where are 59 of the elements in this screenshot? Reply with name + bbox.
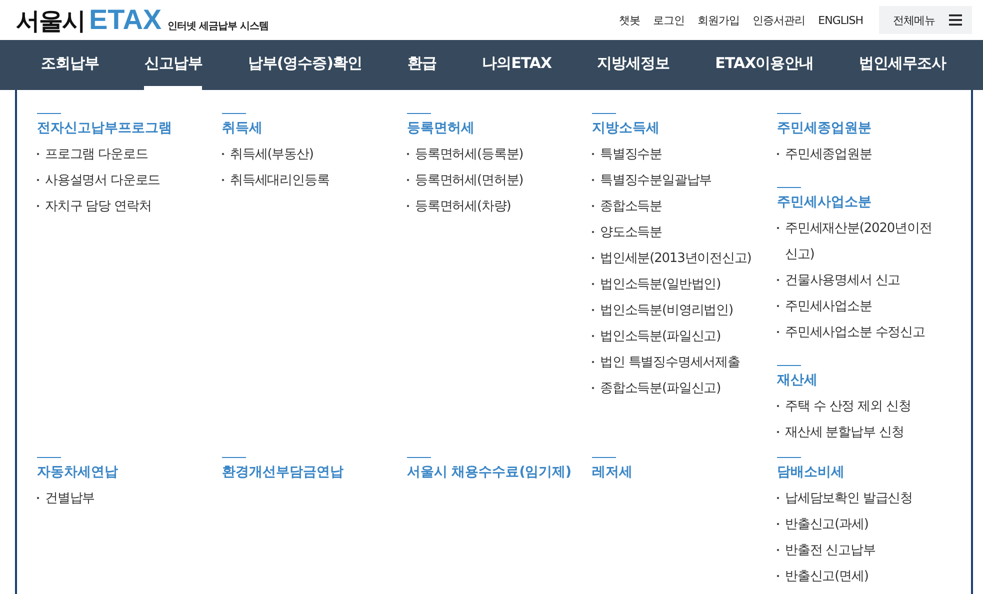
menu-link[interactable]: 법인소득분(파일신고) [592,324,721,350]
menu-link[interactable]: 주민세재산분(2020년이전 신고) [777,216,945,268]
menu-link[interactable]: 등록면허세(면허분) [407,168,524,194]
menu-link[interactable]: 프로그램 다운로드 [37,142,148,168]
menu-icon [949,14,962,26]
menu-link[interactable]: 특별징수분 [592,142,662,168]
menu-link[interactable]: 자치구 담당 연락처 [37,194,152,220]
menu-link[interactable]: 주택 수 산정 제외 신청 [777,394,911,420]
menu-link[interactable]: 특별징수분일괄납부 [592,168,712,194]
menu-link[interactable]: 주민세종업원분 [777,142,872,168]
nav-tab[interactable]: 나의ETAX [482,40,552,90]
header-link[interactable]: 회원가입 [698,12,740,28]
menu-link[interactable]: 등록면허세(차량) [407,194,511,220]
section-heading[interactable]: 등록면허세 [407,114,474,137]
nav-tab[interactable]: 법인세무조사 [859,40,946,90]
header-link[interactable]: 챗봇 [619,12,640,28]
menu-link[interactable]: 건물사용명세서 신고 [777,268,900,294]
menu-link[interactable]: 사용설명서 다운로드 [37,168,160,194]
section-heading[interactable]: 환경개선부담금연납 [222,458,344,481]
nav-tab[interactable]: 지방세정보 [597,40,670,90]
header-link[interactable]: ENGLISH [818,14,863,26]
menu-link[interactable]: 납세담보확인 발급신청 [777,486,913,512]
menu-link[interactable]: 주민세사업소분 수정신고 [777,320,925,346]
logo-text[interactable]: 서울시 [16,4,85,36]
menu-link[interactable]: 법인세분(2013년이전신고) [592,246,752,272]
header-link[interactable]: 로그인 [653,12,685,28]
section-heading[interactable]: 담배소비세 [777,458,844,481]
menu-link[interactable]: 법인소득분(비영리법인) [592,298,733,324]
menu-link[interactable]: 양도소득분 [592,220,662,246]
menu-link[interactable]: 종합소득분(파일신고) [592,376,721,402]
section-heading[interactable]: 주민세사업소분 [777,188,872,211]
menu-link[interactable]: 반출전 신고납부 [777,538,876,564]
menu-link[interactable]: 반출신고(과세) [777,512,868,538]
nav-tab[interactable]: 환급 [408,40,437,90]
menu-link[interactable]: 주민세사업소분 [777,294,872,320]
section-heading[interactable]: 전자신고납부프로그램 [37,114,172,137]
menu-link[interactable]: 반출신고(면세) [777,564,868,590]
menu-link[interactable]: 법인 특별징수명세서제출 [592,350,740,376]
section-heading[interactable]: 지방소득세 [592,114,660,137]
nav-tab[interactable]: 조회납부 [40,40,99,90]
all-menu-button[interactable]: 전체메뉴 [879,6,972,34]
section-heading[interactable]: 취득세 [222,114,262,137]
nav-tab[interactable]: ETAX이용안내 [715,40,814,90]
menu-link[interactable]: 취득세(부동산) [222,142,314,168]
logo-text[interactable]: ETAX [89,4,162,36]
menu-link[interactable]: 재산세 분할납부 신청 [777,420,904,446]
menu-link[interactable]: 법인소득분(일반법인) [592,272,721,298]
header-link[interactable]: 인증서관리 [752,12,806,28]
menu-link[interactable]: 건별납부 [37,486,95,512]
tagline: 인터넷 세금납부 시스템 [168,20,269,32]
nav-tab[interactable]: 납부(영수증)확인 [248,40,362,90]
section-heading[interactable]: 재산세 [777,366,818,389]
menu-link[interactable]: 등록면허세(등록분) [407,142,524,168]
menu-link[interactable]: 종합소득분 [592,194,662,220]
menu-link[interactable]: 취득세대리인등록 [222,168,330,194]
section-heading[interactable]: 서울시 채용수수료(임기제) [407,458,572,481]
section-heading[interactable]: 주민세종업원분 [777,114,872,137]
section-heading[interactable]: 자동차세연납 [37,458,118,481]
section-heading[interactable]: 레저세 [592,458,632,481]
